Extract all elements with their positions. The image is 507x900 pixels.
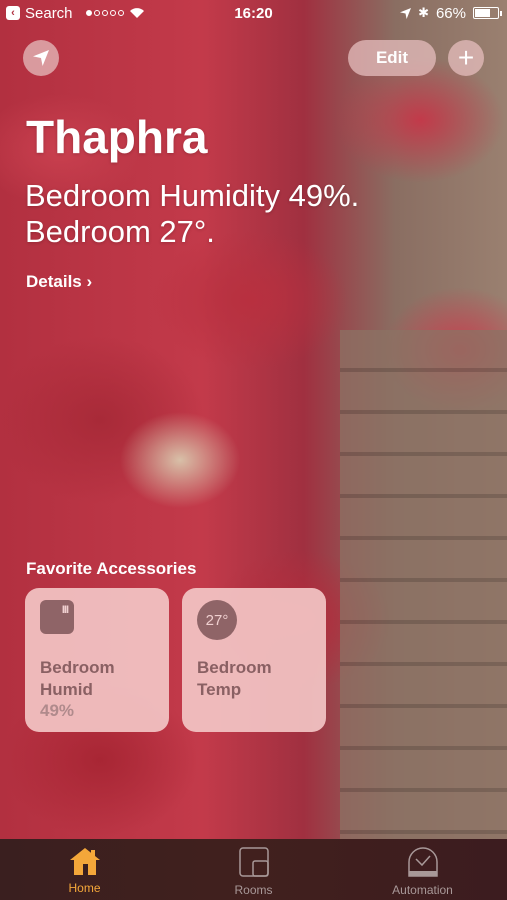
tab-label: Rooms — [234, 883, 273, 897]
tab-label: Automation — [392, 883, 453, 897]
tab-rooms[interactable]: Rooms — [169, 839, 338, 900]
status-bar: ‹ Search 16:20 ✱ 66% — [0, 0, 507, 26]
location-arrow-icon — [33, 50, 49, 66]
battery-icon — [473, 7, 502, 19]
plus-icon: + — [457, 42, 475, 73]
accessory-tile-bedroom-temp[interactable]: 27° Bedroom Temp — [182, 588, 326, 732]
rooms-icon — [238, 847, 269, 877]
home-title: Thaphra — [26, 111, 208, 163]
background-wood — [340, 330, 507, 840]
summary-line: Bedroom 27°. — [25, 214, 215, 249]
location-button[interactable] — [23, 40, 59, 76]
details-link[interactable]: Details › — [26, 272, 92, 292]
tile-name-line: Humid — [40, 680, 93, 699]
location-services-icon — [400, 7, 412, 19]
edit-button[interactable]: Edit — [348, 40, 436, 76]
home-icon — [69, 848, 100, 875]
clock-icon — [407, 847, 438, 877]
tile-name-line: Bedroom — [197, 658, 272, 677]
add-button[interactable]: + — [448, 40, 484, 76]
battery-percent: 66% — [435, 4, 466, 22]
humidity-sensor-icon: III — [40, 600, 74, 634]
tab-label: Home — [68, 881, 101, 895]
thermometer-icon: 27° — [197, 600, 237, 640]
summary-line: Bedroom Humidity 49%. — [25, 178, 360, 213]
tab-automation[interactable]: Automation — [338, 839, 507, 900]
bluetooth-icon: ✱ — [418, 5, 429, 20]
tab-home[interactable]: Home — [0, 839, 169, 900]
tile-value: 49% — [40, 701, 75, 720]
home-summary: Bedroom Humidity 49%. Bedroom 27°. — [25, 178, 359, 250]
accessory-tile-bedroom-humid[interactable]: III Bedroom Humid 49% — [25, 588, 169, 732]
tile-name: Bedroom Temp — [197, 657, 272, 701]
tile-name: Bedroom Humid — [40, 657, 115, 701]
tile-name-line: Temp — [197, 680, 242, 699]
tab-bar: Home Rooms Automation — [0, 839, 507, 900]
tile-name-line: Bedroom — [40, 658, 115, 677]
favorites-heading: Favorite Accessories — [26, 559, 197, 578]
